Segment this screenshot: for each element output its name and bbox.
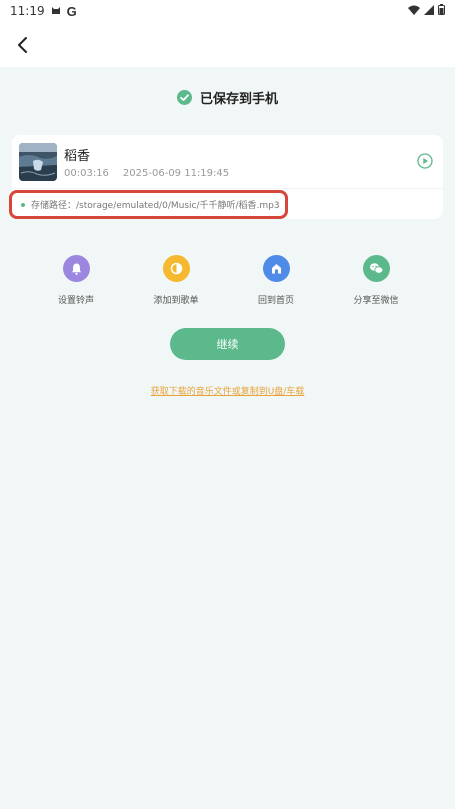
album-cover xyxy=(19,143,57,181)
saved-status: 已保存到手机 xyxy=(0,88,455,107)
status-time: 11:19 xyxy=(10,4,45,18)
check-circle-icon xyxy=(176,90,192,105)
back-arrow-icon xyxy=(18,37,27,53)
go-home-button[interactable]: 回到首页 xyxy=(226,255,326,306)
card-divider xyxy=(12,188,443,189)
status-bar: 11:19 G xyxy=(0,0,455,22)
battery-icon xyxy=(438,4,445,18)
song-meta: 00:03:16 2025-06-09 11:19:45 xyxy=(64,168,229,179)
song-duration: 00:03:16 xyxy=(64,168,109,179)
song-saved-time: 2025-06-09 11:19:45 xyxy=(122,168,230,179)
play-button[interactable] xyxy=(417,153,433,173)
saved-label: 已保存到手机 xyxy=(199,92,278,107)
google-icon: G xyxy=(66,3,77,19)
wifi-icon xyxy=(408,4,420,18)
signal-icon xyxy=(424,4,434,18)
top-bar xyxy=(0,22,455,67)
share-wechat-label: 分享至微信 xyxy=(353,296,399,306)
go-home-label: 回到首页 xyxy=(257,296,294,306)
song-title: 稻香 xyxy=(64,149,91,164)
share-wechat-button[interactable]: 分享至微信 xyxy=(326,255,426,306)
set-ringtone-label: 设置铃声 xyxy=(57,296,94,306)
back-button[interactable] xyxy=(8,30,38,60)
action-row: 设置铃声 添加到歌单 回到首页 分享至微信 xyxy=(26,255,426,306)
bell-icon xyxy=(62,255,90,282)
add-to-playlist-button[interactable]: 添加到歌单 xyxy=(126,255,226,306)
home-icon xyxy=(262,255,290,282)
storage-path: 存储路径：/storage/emulated/0/Music/千千静听/稻香.m… xyxy=(9,190,288,219)
add-to-playlist-label: 添加到歌单 xyxy=(153,296,199,306)
bullet-dot xyxy=(21,202,25,207)
cat-icon xyxy=(51,4,61,18)
storage-path-text: 存储路径：/storage/emulated/0/Music/千千静听/稻香.m… xyxy=(31,201,280,211)
continue-button[interactable]: 继续 xyxy=(170,328,285,360)
play-icon xyxy=(417,153,433,169)
set-ringtone-button[interactable]: 设置铃声 xyxy=(26,255,126,306)
help-link[interactable]: 获取下载的音乐文件或复制到U盘/车载 xyxy=(0,384,455,397)
playlist-icon xyxy=(162,255,190,282)
wechat-icon xyxy=(362,255,390,282)
